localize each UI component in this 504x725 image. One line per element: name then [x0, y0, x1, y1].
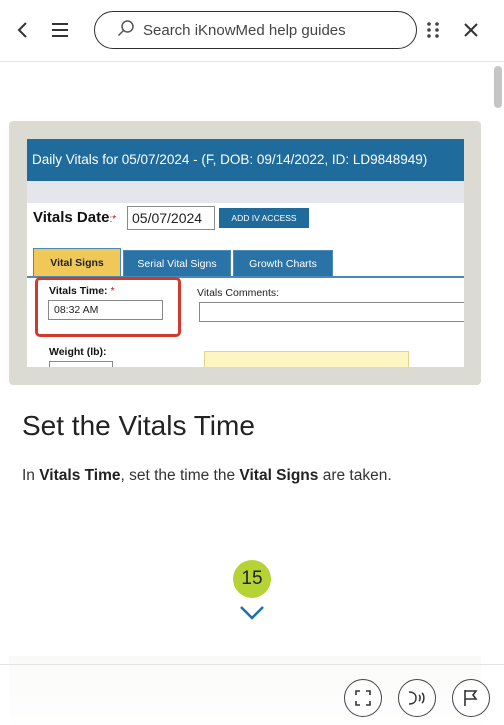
step-number-badge: 15	[233, 560, 271, 598]
vitals-comments-label: Vitals Comments:	[197, 287, 280, 299]
bmi-info-box	[204, 351, 409, 367]
drag-handle-icon[interactable]	[421, 18, 445, 42]
search-input[interactable]	[143, 21, 403, 39]
tab-serial-vital-signs: Serial Vital Signs	[123, 250, 231, 276]
step-screenshot-card: Daily Vitals for 05/07/2024 - (F, DOB: 0…	[9, 121, 481, 385]
tab-growth-charts: Growth Charts	[233, 250, 333, 276]
add-iv-access-button: ADD IV ACCESS	[219, 208, 309, 228]
vitals-comments-field	[199, 302, 464, 322]
screenshot-window-title: Daily Vitals for 05/07/2024 - (F, DOB: 0…	[27, 139, 464, 181]
screenshot-toolbar	[27, 181, 464, 203]
fullscreen-icon[interactable]	[344, 679, 382, 717]
step-description: In Vitals Time, set the time the Vital S…	[22, 467, 392, 484]
footer-divider	[0, 664, 504, 665]
scrollbar-thumb[interactable]	[494, 66, 502, 108]
hamburger-menu-icon[interactable]	[48, 18, 72, 42]
tab-vital-signs: Vital Signs	[33, 248, 121, 276]
vitals-screenshot: Daily Vitals for 05/07/2024 - (F, DOB: 0…	[27, 139, 464, 367]
search-box[interactable]	[94, 11, 417, 49]
vitals-date-field: 05/07/2024	[127, 206, 215, 230]
weight-field	[49, 361, 113, 367]
close-icon[interactable]	[459, 18, 483, 42]
vitals-date-label: Vitals Date:*	[33, 209, 117, 226]
highlight-box	[35, 277, 181, 337]
weight-label: Weight (lb):	[49, 346, 107, 358]
chevron-left-icon[interactable]	[10, 18, 34, 42]
search-icon	[117, 19, 135, 42]
flag-icon[interactable]	[452, 679, 490, 717]
step-title: Set the Vitals Time	[22, 410, 255, 441]
read-aloud-icon[interactable]	[398, 679, 436, 717]
top-bar	[0, 0, 504, 62]
